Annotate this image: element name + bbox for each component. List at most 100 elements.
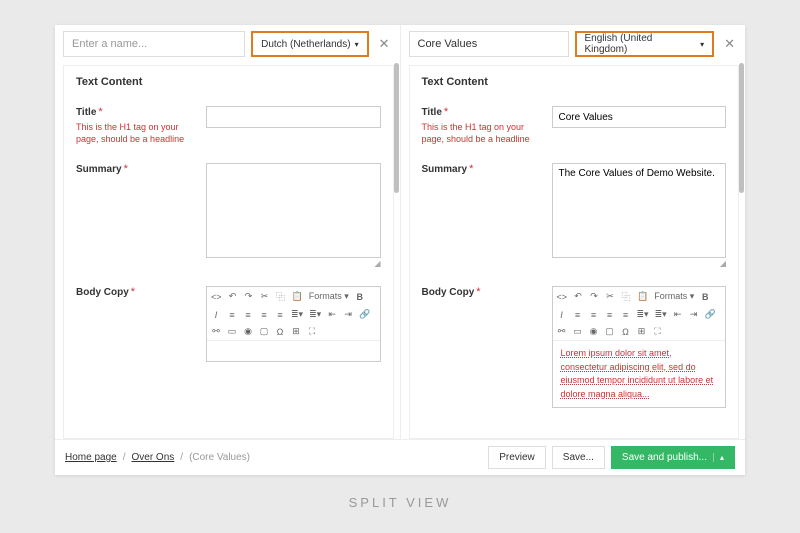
resize-grip-icon[interactable]: ◢: [206, 259, 381, 268]
fullscreen-icon[interactable]: ⛶: [307, 326, 317, 337]
name-input[interactable]: [409, 31, 569, 57]
source-icon[interactable]: <>: [557, 292, 568, 302]
table-icon[interactable]: ⊞: [637, 326, 647, 337]
list-bullet-icon[interactable]: ≣▾: [637, 309, 649, 320]
align-center-icon[interactable]: ≡: [243, 310, 253, 320]
bold-icon[interactable]: B: [700, 292, 710, 302]
save-button[interactable]: Save...: [552, 446, 605, 469]
editor-toolbar: <> ↶ ↷ ✂ ⿻ 📋 Formats ▾ B I ≡ ≡: [207, 287, 380, 341]
list-bullet-icon[interactable]: ≣▾: [291, 309, 303, 320]
bold-icon[interactable]: B: [355, 292, 365, 302]
align-left-icon[interactable]: ≡: [573, 310, 583, 320]
italic-icon[interactable]: I: [211, 310, 221, 320]
align-justify-icon[interactable]: ≡: [275, 310, 285, 320]
panes: Dutch (Netherlands) ▾ ✕ Text Content Tit…: [55, 25, 745, 439]
outdent-icon[interactable]: ⇤: [673, 309, 683, 320]
formats-dropdown[interactable]: Formats ▾: [654, 291, 694, 302]
redo-icon[interactable]: ↷: [589, 291, 599, 302]
scrollbar[interactable]: [394, 63, 399, 193]
summary-input[interactable]: [206, 163, 381, 258]
media-icon[interactable]: ◉: [243, 326, 253, 337]
source-icon[interactable]: <>: [211, 292, 222, 302]
image-icon[interactable]: ▭: [573, 326, 583, 337]
summary-input[interactable]: [552, 163, 727, 258]
image-icon[interactable]: ▭: [227, 326, 237, 337]
scrollbar[interactable]: [739, 63, 744, 193]
title-input[interactable]: [552, 106, 727, 128]
section-heading: Text Content: [422, 76, 727, 88]
section-heading: Text Content: [76, 76, 381, 88]
pane-header: Dutch (Netherlands) ▾ ✕: [63, 31, 394, 57]
align-justify-icon[interactable]: ≡: [621, 310, 631, 320]
close-icon[interactable]: ✕: [375, 36, 394, 52]
align-center-icon[interactable]: ≡: [589, 310, 599, 320]
cut-icon[interactable]: ✂: [260, 291, 270, 302]
field-body: Body Copy* <> ↶ ↷ ✂ ⿻ 📋 Formats ▾: [76, 286, 381, 362]
language-label: Dutch (Netherlands): [261, 39, 350, 50]
omega-icon[interactable]: Ω: [275, 327, 285, 337]
italic-icon[interactable]: I: [557, 310, 567, 320]
redo-icon[interactable]: ↷: [244, 291, 254, 302]
content-box: Text Content Title* This is the H1 tag o…: [409, 65, 740, 439]
align-left-icon[interactable]: ≡: [227, 310, 237, 320]
link-icon[interactable]: 🔗: [705, 309, 716, 320]
body-label: Body Copy: [76, 287, 129, 298]
footer: Home page / Over Ons / (Core Values) Pre…: [55, 439, 745, 475]
pane-header: English (United Kingdom) ▾ ✕: [409, 31, 740, 57]
paste-icon[interactable]: 📋: [637, 291, 648, 302]
title-hint: This is the H1 tag on your page, should …: [76, 122, 196, 145]
omega-icon[interactable]: Ω: [621, 327, 631, 337]
paste-icon[interactable]: 📋: [292, 291, 303, 302]
save-and-publish-button[interactable]: Save and publish... ▴: [611, 446, 735, 469]
pane-right: English (United Kingdom) ▾ ✕ Text Conten…: [400, 25, 746, 439]
link-icon[interactable]: 🔗: [359, 309, 370, 320]
table-icon[interactable]: ⊞: [291, 326, 301, 337]
media-icon[interactable]: ◉: [589, 326, 599, 337]
undo-icon[interactable]: ↶: [573, 291, 583, 302]
field-summary: Summary* ◢: [422, 163, 727, 268]
undo-icon[interactable]: ↶: [228, 291, 238, 302]
required-marker: *: [131, 286, 135, 298]
unlink-icon[interactable]: ⚯: [557, 326, 567, 337]
preview-button[interactable]: Preview: [488, 446, 546, 469]
embed-icon[interactable]: ▢: [259, 326, 269, 337]
required-marker: *: [476, 286, 480, 298]
language-select[interactable]: English (United Kingdom) ▾: [575, 31, 715, 57]
outdent-icon[interactable]: ⇤: [327, 309, 337, 320]
field-body: Body Copy* <> ↶ ↷ ✂ ⿻ 📋 Formats ▾: [422, 286, 727, 408]
body-label: Body Copy: [422, 287, 475, 298]
required-marker: *: [124, 163, 128, 175]
breadcrumb-over-ons[interactable]: Over Ons: [131, 452, 174, 463]
caret-up-icon: ▴: [713, 453, 724, 462]
language-label: English (United Kingdom): [585, 33, 697, 55]
language-select[interactable]: Dutch (Netherlands) ▾: [251, 31, 369, 57]
editor-body[interactable]: Lorem ipsum dolor sit amet, consectetur …: [553, 341, 726, 407]
indent-icon[interactable]: ⇥: [343, 309, 353, 320]
resize-grip-icon[interactable]: ◢: [552, 259, 727, 268]
list-number-icon[interactable]: ≣▾: [309, 309, 321, 320]
title-hint: This is the H1 tag on your page, should …: [422, 122, 542, 145]
fullscreen-icon[interactable]: ⛶: [653, 326, 663, 337]
summary-label: Summary: [76, 164, 122, 175]
formats-dropdown[interactable]: Formats ▾: [309, 291, 349, 302]
cut-icon[interactable]: ✂: [605, 291, 615, 302]
indent-icon[interactable]: ⇥: [689, 309, 699, 320]
field-title: Title* This is the H1 tag on your page, …: [422, 106, 727, 145]
editor-body[interactable]: [207, 341, 380, 361]
embed-icon[interactable]: ▢: [605, 326, 615, 337]
editor-toolbar: <> ↶ ↷ ✂ ⿻ 📋 Formats ▾ B I ≡ ≡: [553, 287, 726, 341]
title-input[interactable]: [206, 106, 381, 128]
align-right-icon[interactable]: ≡: [259, 310, 269, 320]
field-summary: Summary* ◢: [76, 163, 381, 268]
caret-down-icon: ▾: [700, 40, 704, 49]
breadcrumb-sep: /: [123, 452, 126, 463]
name-input[interactable]: [63, 31, 245, 57]
close-icon[interactable]: ✕: [720, 36, 739, 52]
copy-icon[interactable]: ⿻: [276, 290, 286, 303]
breadcrumb-home[interactable]: Home page: [65, 452, 117, 463]
unlink-icon[interactable]: ⚯: [211, 326, 221, 337]
align-right-icon[interactable]: ≡: [605, 310, 615, 320]
copy-icon[interactable]: ⿻: [621, 290, 631, 303]
list-number-icon[interactable]: ≣▾: [655, 309, 667, 320]
breadcrumb-sep: /: [180, 452, 183, 463]
